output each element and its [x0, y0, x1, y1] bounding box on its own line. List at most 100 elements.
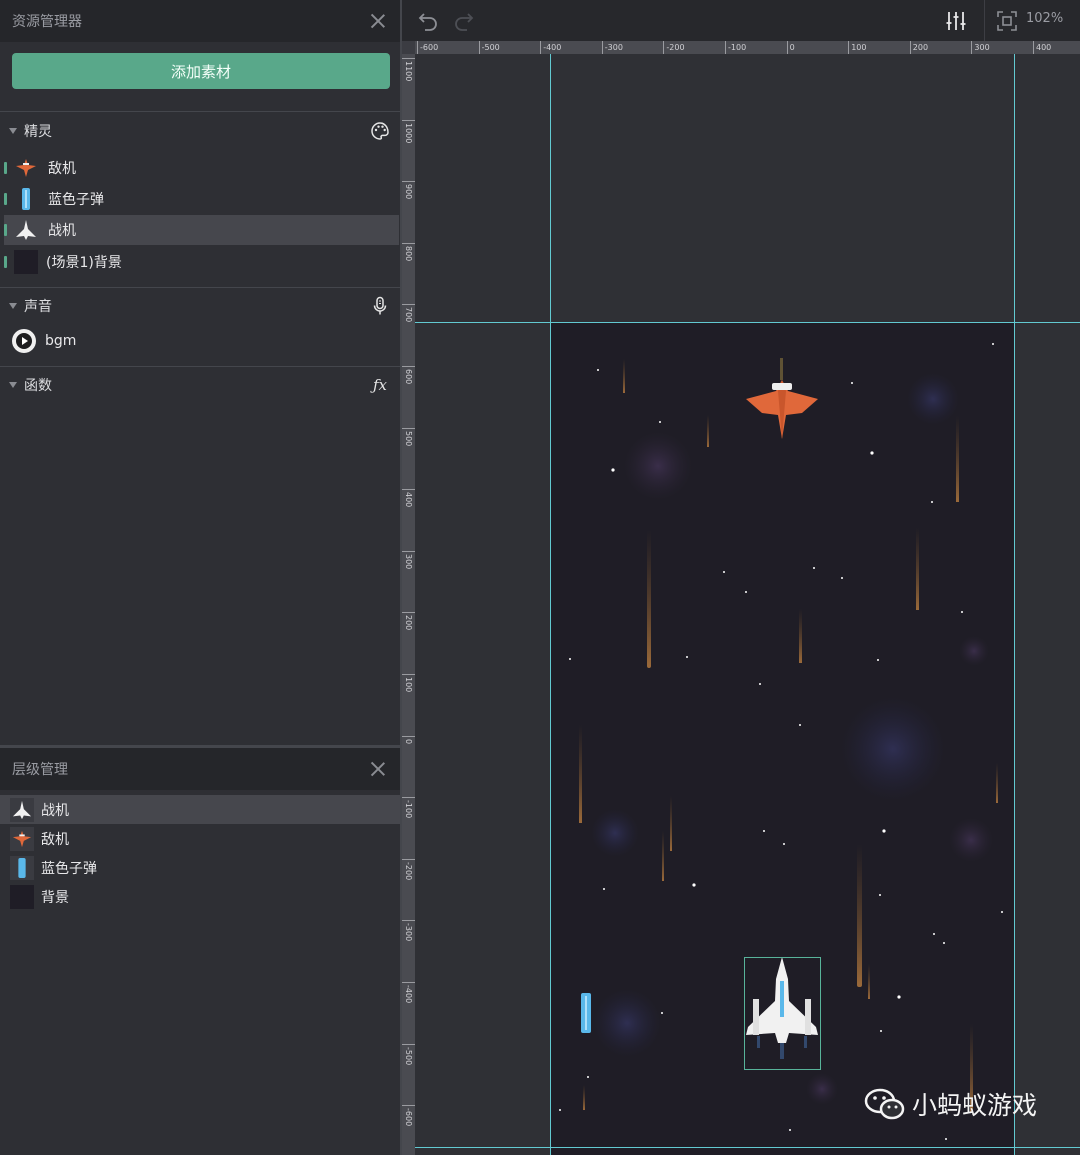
sprites-section-header[interactable]: 精灵 — [0, 116, 400, 146]
ruler-tick-label: 100 — [848, 41, 866, 54]
ruler-tick-label: 300 — [971, 41, 990, 54]
stage-guide-left — [550, 54, 551, 1155]
sprite-item-label: 敌机 — [48, 161, 76, 177]
divider — [0, 111, 400, 112]
blue-bullet-thumbnail — [14, 187, 38, 211]
ruler-tick-label: 700 — [402, 304, 415, 323]
watermark-text: 小蚂蚁游戏 — [912, 1091, 1038, 1120]
blue-bullet-thumbnail — [10, 855, 34, 880]
sound-item-bgm[interactable]: bgm — [12, 328, 76, 354]
ruler-tick-label: -400 — [402, 982, 415, 1003]
layer-item-label: 战机 — [41, 802, 69, 819]
fighter-plane-thumbnail — [10, 797, 34, 822]
divider — [0, 287, 400, 288]
collapse-triangle-icon[interactable] — [9, 128, 17, 134]
ruler-tick-label: 900 — [402, 181, 415, 199]
sprites-section-label: 精灵 — [24, 124, 52, 140]
enemy-plane-sprite[interactable] — [746, 358, 818, 439]
layer-item-label: 敌机 — [41, 831, 69, 848]
sprite-item-fighter[interactable]: 战机 — [4, 215, 399, 245]
assets-panel-title: 资源管理器 — [12, 14, 82, 30]
ruler-tick-label: 400 — [402, 489, 415, 507]
fighter-plane-thumbnail — [14, 218, 38, 242]
ruler-tick-label: 300 — [402, 550, 415, 569]
stage-guide-right — [1014, 54, 1015, 1155]
undo-icon[interactable] — [416, 9, 440, 33]
ruler-tick-label: -100 — [725, 41, 746, 54]
zoom-level[interactable]: 102% — [1026, 11, 1063, 26]
background-thumbnail — [14, 250, 38, 274]
layer-item-fighter[interactable]: 战机 — [0, 795, 400, 824]
layer-item-background[interactable]: 背景 — [0, 882, 400, 911]
sprite-item-blue-bullet[interactable]: 蓝色子弹 — [4, 184, 399, 214]
ruler-tick-label: 500 — [402, 427, 415, 446]
wechat-icon — [864, 1088, 905, 1120]
layer-item-blue-bullet[interactable]: 蓝色子弹 — [0, 853, 400, 882]
layers-panel-header: 层级管理 — [0, 748, 400, 790]
vertical-ruler: 1100 1000 900 800 700 600 500 400 300 200 100 0 -100… — [402, 54, 415, 1155]
divider — [0, 366, 400, 367]
add-asset-button[interactable]: 添加素材 — [12, 53, 390, 89]
ruler-tick-label: 1000 — [402, 119, 415, 143]
toolbar-separator — [984, 0, 985, 41]
play-icon[interactable] — [12, 329, 36, 353]
horizontal-ruler: -600 -500 -400 -300 -200 -100 0 100 200 300 400 — [415, 41, 1080, 54]
layer-item-label: 背景 — [41, 889, 69, 906]
stage-guide-bottom — [415, 1147, 1080, 1148]
ruler-tick-label: 0 — [786, 41, 795, 54]
left-panel: 资源管理器 添加素材 精灵 敌机 蓝色子弹 战机 (场景1)背景 声音 bgm … — [0, 0, 402, 1155]
sprite-marker — [4, 193, 7, 205]
layers-panel-title: 层级管理 — [12, 762, 68, 778]
sliders-icon[interactable] — [944, 9, 968, 33]
watermark: 小蚂蚁游戏 — [864, 1086, 1037, 1122]
close-icon[interactable] — [370, 13, 386, 29]
layers-panel: 层级管理 战机 敌机 蓝色子弹 背景 — [0, 745, 400, 1155]
ruler-tick-label: -300 — [601, 41, 623, 54]
sound-section-label: 声音 — [24, 299, 52, 315]
blue-bullet-sprite[interactable] — [581, 993, 591, 1033]
sprite-item-label: 蓝色子弹 — [48, 192, 104, 208]
functions-section-label: 函数 — [24, 378, 52, 394]
functions-section-header[interactable]: 函数 ƒx — [0, 370, 400, 400]
layer-item-enemy[interactable]: 敌机 — [0, 824, 400, 853]
ruler-tick-label: 800 — [402, 242, 415, 261]
background-thumbnail — [10, 884, 34, 909]
ruler-tick-label: 200 — [402, 612, 415, 631]
selection-box[interactable] — [744, 957, 821, 1070]
collapse-triangle-icon[interactable] — [9, 382, 17, 388]
ruler-tick-label: 1100 — [402, 58, 415, 81]
enemy-plane-thumbnail — [10, 826, 34, 851]
ruler-tick-label: -100 — [402, 797, 415, 818]
stage-guide-top — [415, 322, 1080, 323]
fit-screen-icon[interactable] — [995, 9, 1019, 33]
ruler-tick-label: -400 — [540, 41, 561, 54]
ruler-tick-label: -600 — [417, 41, 438, 54]
ruler-tick-label: -200 — [663, 41, 685, 54]
redo-icon[interactable] — [452, 9, 476, 33]
palette-icon[interactable] — [370, 121, 390, 141]
close-icon[interactable] — [370, 761, 386, 777]
sprite-marker — [4, 256, 7, 268]
ruler-tick-label: -200 — [402, 858, 415, 880]
ruler-tick-label: 600 — [402, 366, 415, 384]
ruler-tick-label: -300 — [402, 920, 415, 942]
sprite-item-label: (场景1)背景 — [46, 255, 122, 271]
layer-item-label: 蓝色子弹 — [41, 860, 97, 877]
sprite-item-enemy[interactable]: 敌机 — [4, 153, 399, 183]
enemy-plane-thumbnail — [14, 156, 38, 180]
ruler-tick-label: 200 — [909, 41, 928, 54]
sound-section-header[interactable]: 声音 — [0, 291, 400, 321]
sprite-item-background[interactable]: (场景1)背景 — [4, 247, 399, 277]
ruler-tick-label: -500 — [402, 1043, 415, 1065]
sound-item-label: bgm — [45, 333, 77, 349]
ruler-tick-label: 0 — [402, 735, 415, 744]
assets-panel-header: 资源管理器 — [0, 0, 400, 42]
microphone-icon[interactable] — [370, 296, 390, 316]
ruler-tick-label: -600 — [402, 1105, 415, 1126]
ruler-tick-label: -500 — [478, 41, 500, 54]
ruler-tick-label: 400 — [1033, 41, 1051, 54]
collapse-triangle-icon[interactable] — [9, 303, 17, 309]
ruler-corner — [402, 41, 415, 54]
ruler-tick-label: 100 — [402, 674, 415, 692]
function-icon[interactable]: ƒx — [370, 375, 390, 395]
